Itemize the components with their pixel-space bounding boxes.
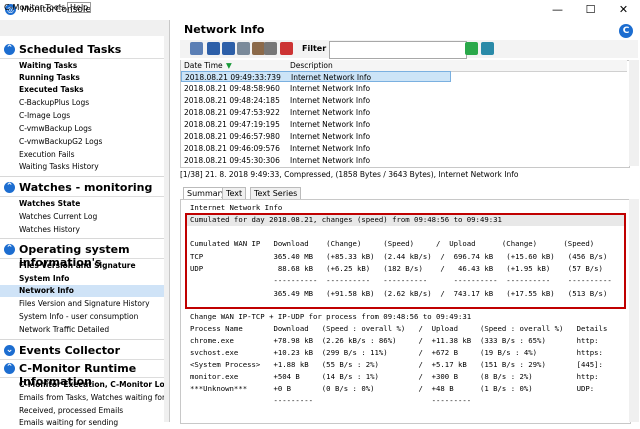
export-icon[interactable] (237, 42, 250, 55)
section-title: Events Collector (19, 344, 121, 357)
cell-datetime: 2018.08.21 09:46:09:576 (184, 144, 280, 153)
minimize-button[interactable]: — (541, 0, 574, 20)
section-title: Scheduled Tasks (19, 43, 122, 56)
text-line: Internet Network Info (190, 203, 283, 212)
highlight-box (185, 213, 626, 309)
sort-down-icon[interactable]: ▼ (226, 61, 232, 70)
save-as-icon[interactable] (222, 42, 235, 55)
cell-datetime: 2018.08.21 09:48:24:185 (184, 96, 280, 105)
nav-network-info[interactable]: Network Info (0, 285, 169, 297)
text-line: chrome.exe +78.98 kB (2.26 kB/s : 86%) /… (190, 336, 599, 345)
section-title: Watches - monitoring (19, 181, 153, 194)
menu-bar (0, 20, 169, 36)
nav-cmonitor-execution[interactable]: C-Monitor Execution, C-Monitor Log Histo… (0, 379, 169, 391)
expand-icon[interactable]: ⌄ (4, 345, 15, 356)
filter-apply-icon[interactable] (465, 42, 478, 55)
nav-received-emails[interactable]: Received, processed Emails (0, 405, 169, 417)
nav-network-traffic[interactable]: Network Traffic Detailed (0, 324, 169, 336)
text-line: Change WAN IP-TCP + IP-UDP for process f… (190, 312, 472, 321)
section-os-info[interactable]: ⌃ Operating system information's (0, 241, 169, 269)
menu-cmonitor-tools[interactable]: C-Monitor Tools (4, 3, 65, 12)
filter-clear-icon[interactable] (481, 42, 494, 55)
nav-waiting-tasks[interactable]: Waiting Tasks (0, 60, 169, 72)
filter-input[interactable] (329, 41, 467, 59)
panel-title: Network Info (184, 23, 265, 36)
text-line: ***Unknown*** +0 B (0 B/s : 0%) / +48 B … (190, 384, 595, 393)
collapse-icon[interactable]: ⌃ (4, 44, 15, 55)
divider (0, 176, 169, 177)
nav-cimage-logs[interactable]: C-Image Logs (0, 110, 169, 122)
nav-watches-state[interactable]: Watches State (0, 198, 169, 210)
nav-cvmwbackupg2-logs[interactable]: C-vmwBackupG2 Logs (0, 136, 169, 148)
table-row[interactable]: 2018.08.21 09:47:19:195 Internet Network … (181, 119, 451, 130)
column-date-time[interactable]: Date Time (184, 61, 223, 70)
table-row[interactable]: 2018.08.21 09:45:30:306 Internet Network … (181, 155, 451, 166)
table-row[interactable]: 2018.08.21 09:46:09:576 Internet Network … (181, 143, 451, 154)
nav-files-version-history[interactable]: Files Version and Signature History (0, 298, 169, 310)
nav-system-info-user[interactable]: System Info - user consumption (0, 311, 169, 323)
table-row[interactable]: 2018.08.21 09:48:58:960 Internet Network … (181, 83, 451, 94)
table-row[interactable]: 2018.08.21 09:48:24:185 Internet Network … (181, 95, 451, 106)
save-icon[interactable] (207, 42, 220, 55)
text-line: svchost.exe +10.23 kB (299 B/s : 11%) / … (190, 348, 603, 357)
nav-execution-fails[interactable]: Execution Fails (0, 149, 169, 161)
table-row[interactable]: 2018.08.21 09:47:53:922 Internet Network … (181, 107, 451, 118)
list-view-icon[interactable] (190, 42, 203, 55)
nav-system-info[interactable]: System Info (0, 273, 169, 285)
text-line: monitor.exe +504 B (14 B/s : 1%) / +300 … (190, 372, 599, 381)
section-scheduled-tasks[interactable]: ⌃ Scheduled Tasks (0, 41, 169, 59)
nav-cbackupplus-logs[interactable]: C-BackupPlus Logs (0, 97, 169, 109)
nav-watches-current-log[interactable]: Watches Current Log (0, 211, 169, 223)
cell-datetime: 2018.08.21 09:49:33:739 (185, 73, 281, 82)
cell-datetime: 2018.08.21 09:46:57:980 (184, 132, 280, 141)
cell-datetime: 2018.08.21 09:48:58:960 (184, 84, 280, 93)
text-line: Process Name Download (Speed : overall %… (190, 324, 608, 333)
section-events-collector[interactable]: ⌄ Events Collector (0, 342, 169, 360)
find-next-icon[interactable] (280, 42, 293, 55)
nav-emails-sending[interactable]: Emails waiting for sending (0, 417, 169, 429)
column-description[interactable]: Description (290, 61, 333, 70)
collapse-icon[interactable]: ⌃ (4, 244, 15, 255)
divider (0, 339, 169, 340)
cell-datetime: 2018.08.21 09:47:53:922 (184, 108, 280, 117)
section-runtime-info[interactable]: ⌃ C-Monitor Runtime Information (0, 360, 169, 388)
text-line: <System Process> +1.88 kB (55 B/s : 2%) … (190, 360, 603, 369)
close-button[interactable]: ✕ (607, 0, 640, 20)
cell-description: Internet Network Info (290, 96, 371, 105)
nav-files-version[interactable]: Files Version and Signature (0, 260, 169, 272)
c-monitor-logo: C (619, 24, 633, 38)
cell-description: Internet Network Info (290, 108, 371, 117)
record-status: [1/38] 21. 8. 2018 9:49:33, Compressed, … (180, 170, 519, 179)
cell-description: Internet Network Info (290, 132, 371, 141)
nav-watches-history[interactable]: Watches History (0, 224, 169, 236)
table-row[interactable]: 2018.08.21 09:46:57:980 Internet Network … (181, 131, 451, 142)
nav-executed-tasks[interactable]: Executed Tasks (0, 84, 169, 96)
search-icon[interactable] (264, 42, 277, 55)
text-scrollbar[interactable] (629, 199, 639, 422)
cell-description: Internet Network Info (290, 156, 371, 165)
cell-description: Internet Network Info (290, 144, 371, 153)
nav-running-tasks[interactable]: Running Tasks (0, 72, 169, 84)
cell-description: Internet Network Info (291, 73, 372, 82)
collapse-icon[interactable]: ⌃ (4, 182, 15, 193)
nav-waiting-tasks-history[interactable]: Waiting Tasks History (0, 161, 169, 173)
nav-emails-waiting[interactable]: Emails from Tasks, Watches waiting for s… (0, 392, 169, 404)
menu-help[interactable]: Help (67, 2, 92, 13)
cell-description: Internet Network Info (290, 120, 371, 129)
text-line: --------- --------- (190, 396, 472, 405)
cell-description: Internet Network Info (290, 84, 371, 93)
cell-datetime: 2018.08.21 09:45:30:306 (184, 156, 280, 165)
nav-cvmwbackup-logs[interactable]: C-vmwBackup Logs (0, 123, 169, 135)
left-scrollbar[interactable] (164, 36, 169, 422)
divider (0, 238, 169, 239)
cell-datetime: 2018.08.21 09:47:19:195 (184, 120, 280, 129)
section-watches[interactable]: ⌃ Watches - monitoring (0, 179, 169, 197)
collapse-icon[interactable]: ⌃ (4, 363, 15, 374)
grid-scrollbar[interactable] (629, 60, 639, 166)
table-row[interactable]: 2018.08.21 09:49:33:739 Internet Network … (181, 71, 451, 82)
filter-label: Filter (302, 44, 327, 53)
maximize-button[interactable]: ☐ (574, 0, 607, 20)
